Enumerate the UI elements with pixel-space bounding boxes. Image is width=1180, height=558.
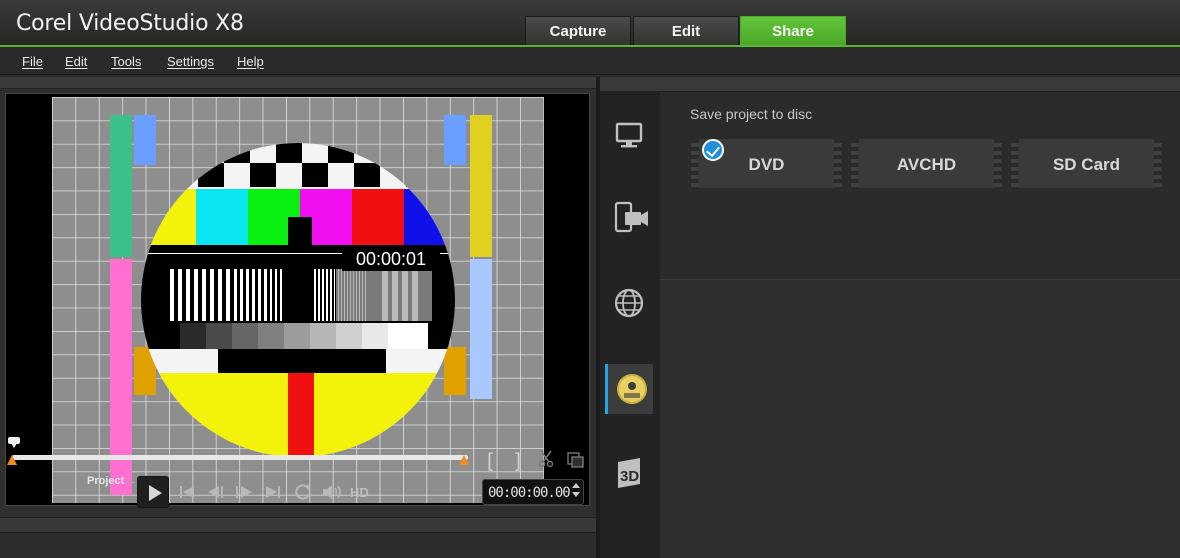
overlay-timecode: 00:00:01 xyxy=(356,249,426,269)
previous-frame-icon[interactable] xyxy=(206,484,228,500)
timecode-field[interactable]: 00:00:00.00 xyxy=(482,479,584,505)
timecode-value: 00:00:00.00 xyxy=(488,485,571,501)
menu-edit[interactable]: Edit xyxy=(65,54,87,69)
chevron-down-icon[interactable] xyxy=(572,492,580,497)
sd-card-option-label: SD Card xyxy=(1052,155,1121,174)
trim-start-handle[interactable] xyxy=(7,455,17,465)
mode-connector xyxy=(127,482,135,483)
section-label: Save project to disc xyxy=(690,106,813,122)
nav-3d[interactable]: 3D xyxy=(605,448,653,498)
web-icon xyxy=(614,288,644,318)
3d-icon: 3D xyxy=(618,458,640,488)
menu-settings[interactable]: Settings xyxy=(167,54,214,69)
nav-web[interactable] xyxy=(605,278,653,328)
checkmark-icon xyxy=(702,139,724,161)
menu-help[interactable]: Help xyxy=(237,54,264,69)
svg-text:3D: 3D xyxy=(620,468,639,485)
hd-toggle[interactable]: HD xyxy=(350,485,369,500)
share-header xyxy=(600,77,1180,92)
scrubber-track[interactable] xyxy=(12,455,468,460)
disc-icon xyxy=(617,374,647,404)
go-to-start-icon[interactable] xyxy=(178,484,196,500)
tab-share[interactable]: Share xyxy=(740,16,846,46)
split-clip-icon[interactable] xyxy=(538,450,554,468)
mode-label[interactable]: Project xyxy=(87,475,124,487)
go-to-end-icon[interactable] xyxy=(264,484,282,500)
avchd-option-button[interactable]: AVCHD xyxy=(850,138,1003,190)
avchd-option-label: AVCHD xyxy=(896,155,957,174)
nav-computer[interactable] xyxy=(605,108,653,158)
test-pattern-image: 00:00:01 xyxy=(52,97,544,503)
next-frame-icon[interactable] xyxy=(234,484,256,500)
nav-disc[interactable] xyxy=(605,364,653,414)
device-icon xyxy=(614,201,648,233)
film-edge xyxy=(1154,139,1162,190)
timecode-stepper[interactable] xyxy=(572,483,580,497)
tab-capture[interactable]: Capture xyxy=(525,16,631,46)
play-button[interactable] xyxy=(137,476,169,508)
film-edge xyxy=(994,139,1002,190)
film-edge xyxy=(834,139,842,190)
timeline-toolbar-strip xyxy=(0,532,597,558)
trim-end-handle[interactable] xyxy=(459,455,469,465)
repeat-icon[interactable] xyxy=(293,483,313,501)
mark-in-button[interactable]: [ xyxy=(484,449,496,473)
preview-footer xyxy=(0,517,597,532)
play-icon xyxy=(149,485,162,501)
scrubber-head-icon[interactable] xyxy=(9,440,19,448)
app-title: Corel VideoStudio X8 xyxy=(16,11,244,36)
menu-tools[interactable]: Tools xyxy=(111,54,141,69)
tab-edit[interactable]: Edit xyxy=(633,16,739,46)
sd-card-option-button[interactable]: SD Card xyxy=(1010,138,1163,190)
snapshot-icon[interactable] xyxy=(566,450,584,468)
volume-icon[interactable] xyxy=(321,483,345,501)
preview-header xyxy=(0,77,597,89)
chevron-up-icon[interactable] xyxy=(572,483,580,488)
computer-icon xyxy=(615,122,643,148)
mark-out-button[interactable]: ] xyxy=(512,449,524,473)
menu-bar: File Edit Tools Settings Help xyxy=(0,47,1180,75)
preview-window[interactable]: 00:00:01 xyxy=(5,93,590,506)
menu-file[interactable]: File xyxy=(22,54,43,69)
nav-device[interactable] xyxy=(605,193,653,243)
